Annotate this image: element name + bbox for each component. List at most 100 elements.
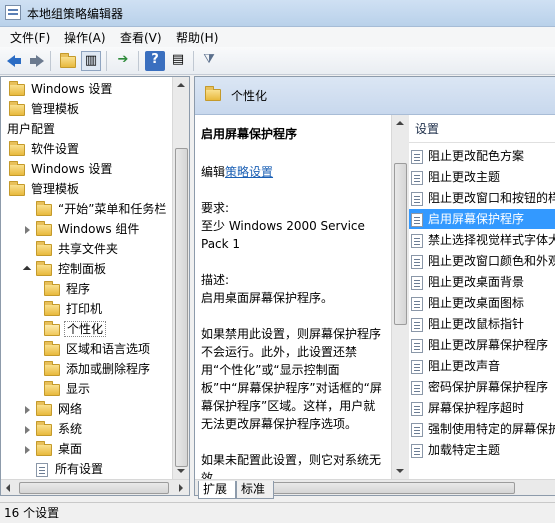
setting-label: 加载特定主题 [428,443,501,457]
status-text: 16 个设置 [4,506,60,520]
tree-item[interactable]: 用户配置 [5,119,57,139]
scroll-up-arrow-icon[interactable] [173,77,189,93]
setting-row[interactable]: 阻止更改窗口和按钮的样式 [409,188,555,208]
show-hide-tree-button[interactable]: ▥ [81,51,101,71]
collapsed-arrow-icon[interactable] [23,405,33,415]
setting-label: 阻止更改窗口颜色和外观 [428,254,555,268]
filter-button[interactable]: ⧩ [199,51,219,71]
tree-hscroll-thumb[interactable] [19,482,169,494]
requirements-label: 要求: [201,201,230,215]
scroll-down-arrow-icon[interactable] [173,463,189,479]
tree-item[interactable]: 区域和语言选项 [31,339,152,359]
policy-setting-icon [411,443,423,458]
tree-item-label: 控制面板 [58,262,107,276]
tree-item[interactable]: 添加或删除程序 [31,359,152,379]
forward-button[interactable] [24,51,44,71]
tree-item[interactable]: 软件设置 [9,139,81,159]
setting-row[interactable]: 阻止更改桌面图标 [409,293,524,313]
description-scroll-thumb[interactable] [394,163,407,325]
setting-row[interactable]: 禁止选择视觉样式字体大小 [409,230,555,250]
tree-item[interactable]: 管理模板 [9,99,81,119]
tree-item[interactable]: 系统 [23,419,84,439]
scroll-right-arrow-icon[interactable] [173,480,189,495]
folder-icon [44,300,60,316]
policy-setting-icon [411,191,423,206]
tree-scroll-thumb[interactable] [175,148,188,467]
policy-title: 启用屏幕保护程序 [201,127,298,141]
menu-help[interactable]: 帮助(H) [174,29,220,46]
tree-horizontal-scrollbar[interactable] [1,479,189,495]
tree-item[interactable]: Windows 设置 [9,159,114,179]
tree-item[interactable]: 打印机 [31,299,104,319]
back-button[interactable] [4,51,24,71]
tab-extended[interactable]: 扩展 [198,481,236,499]
setting-row[interactable]: 阻止更改声音 [409,356,500,376]
help-button[interactable]: ? [145,51,165,71]
up-folder-button[interactable] [58,51,78,71]
tree-item-label: Windows 设置 [31,162,113,176]
tree-item[interactable]: 管理模板 [9,179,81,199]
setting-row[interactable]: 加载特定主题 [409,440,500,460]
scroll-up-arrow-icon[interactable] [392,115,409,131]
expanded-arrow-icon[interactable] [23,265,33,275]
tree-item-label: 区域和语言选项 [66,342,151,356]
menu-bar: 文件(F) 操作(A) 查看(V) 帮助(H) [0,27,555,47]
setting-row[interactable]: 强制使用特定的屏幕保护程序 [409,419,555,439]
tree-item[interactable]: 网络 [23,399,84,419]
tree-vertical-scrollbar[interactable] [172,77,189,479]
setting-row[interactable]: 屏幕保护程序超时 [409,398,524,418]
menu-action[interactable]: 操作(A) [62,29,108,46]
scroll-down-arrow-icon[interactable] [392,463,409,479]
policy-setting-icon [411,149,423,164]
tree-item[interactable]: “开始”菜单和任务栏 [23,199,168,219]
tree-item[interactable]: 共享文件夹 [23,239,120,259]
menu-view[interactable]: 查看(V) [118,29,164,46]
extended-view-button[interactable]: ▤ [168,51,188,71]
setting-label: 阻止更改桌面图标 [428,296,525,310]
description-vertical-scrollbar[interactable] [391,115,409,479]
setting-row[interactable]: 启用屏幕保护程序 [409,209,555,229]
tree-item[interactable]: 控制面板 [23,259,108,279]
tree-item[interactable]: Windows 设置 [9,79,114,99]
scroll-left-arrow-icon[interactable] [1,480,17,495]
export-list-button[interactable]: ➔ [113,51,133,71]
setting-row[interactable]: 阻止更改鼠标指针 [409,314,524,334]
tree-item[interactable]: Windows 组件 [23,219,141,239]
setting-row[interactable]: 阻止更改主题 [409,167,500,187]
policy-description-panel: 启用屏幕保护程序 编辑策略设置 要求: 至少 Windows 2000 Serv… [195,115,391,479]
open-folder-icon [44,320,60,336]
edit-policy-link[interactable]: 策略设置 [225,165,273,179]
tree-item-label: 添加或删除程序 [66,362,151,376]
toolbar-separator [106,51,107,71]
tree-item-label: 显示 [66,382,91,396]
requirements-value: 至少 Windows 2000 Service Pack 1 [201,219,365,251]
tree-item[interactable]: 个性化 [31,319,107,339]
policy-setting-icon [411,212,423,227]
setting-row[interactable]: 阻止更改屏幕保护程序 [409,335,548,355]
toolbar-separator [50,51,51,71]
tab-standard[interactable]: 标准 [236,481,274,499]
settings-column-header[interactable]: 设置 [409,115,555,143]
tree-item[interactable]: 桌面 [23,439,84,459]
tree-item-label: 所有设置 [55,462,104,476]
setting-row[interactable]: 阻止更改配色方案 [409,146,524,166]
collapsed-arrow-icon[interactable] [23,425,33,435]
title-bar: 本地组策略编辑器 [0,0,555,27]
folder-icon [9,80,25,96]
menu-file[interactable]: 文件(F) [8,29,52,46]
setting-row[interactable]: 阻止更改桌面背景 [409,272,524,292]
tree-item[interactable]: 程序 [31,279,92,299]
setting-row[interactable]: 阻止更改窗口颜色和外观 [409,251,555,271]
tree-item[interactable]: 所有设置 [23,459,105,479]
export-list-icon: ➔ [117,52,129,67]
folder-icon [36,200,52,216]
tree-item-label: 桌面 [58,442,83,456]
description-label: 描述: [201,273,230,287]
filter-icon: ⧩ [203,52,215,67]
collapsed-arrow-icon[interactable] [23,445,33,455]
setting-label: 启用屏幕保护程序 [428,212,525,226]
setting-row[interactable]: 密码保护屏幕保护程序 [409,377,548,397]
tree-item[interactable]: 显示 [31,379,92,399]
tree-item-label: 管理模板 [31,182,80,196]
collapsed-arrow-icon[interactable] [23,225,33,235]
